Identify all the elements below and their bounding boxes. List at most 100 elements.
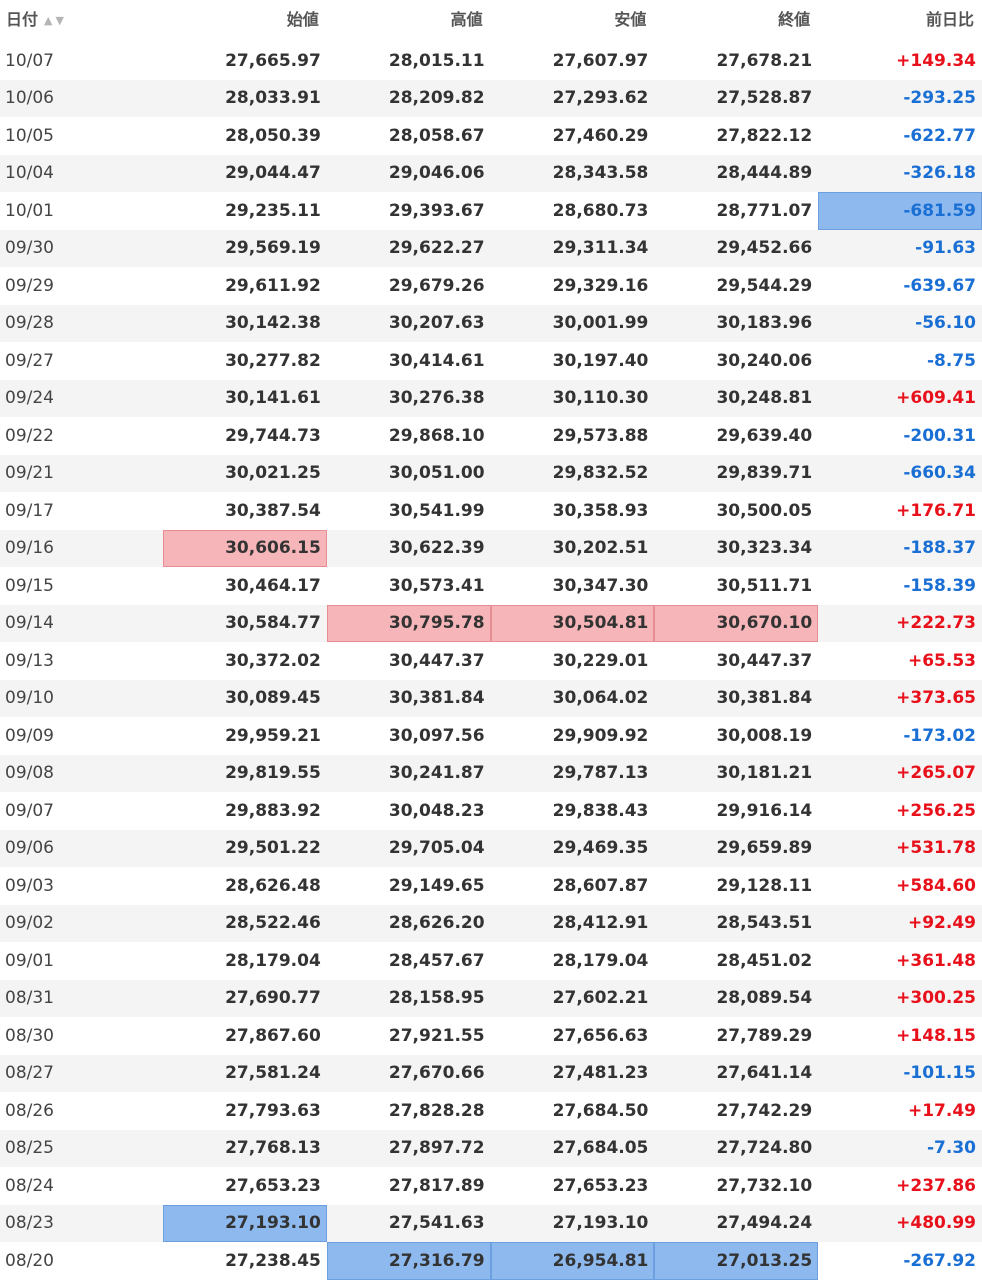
high-cell: 27,828.28 [388,1100,485,1121]
date-cell: 09/21 [5,463,54,484]
table-row: 09/08 29,819.55 30,241.87 29,787.13 30,181.2… [0,754,982,792]
open-cell: 29,959.21 [225,725,321,746]
high-cell: 30,276.38 [388,388,485,409]
change-cell: -293.25 [903,88,976,109]
change-cell: -660.34 [903,463,976,484]
date-cell: 09/15 [5,575,54,596]
low-cell: 30,358.93 [552,500,649,521]
open-column-header[interactable]: 始値 [163,0,327,42]
table-row: 09/02 28,522.46 28,626.20 28,412.91 28,543.5… [0,904,982,942]
change-column-header[interactable]: 前日比 [818,0,982,42]
low-cell: 28,607.87 [552,875,649,896]
date-cell: 08/26 [5,1100,54,1121]
date-column-header[interactable]: 日付 ▲▼ [0,0,163,42]
close-cell: 29,916.14 [716,800,813,821]
high-column-header[interactable]: 高値 [327,0,491,42]
close-cell: 30,381.84 [716,688,813,709]
low-cell: 30,229.01 [552,650,649,671]
change-cell: +480.99 [896,1213,976,1234]
close-cell: 28,451.02 [716,950,813,971]
change-cell: -622.77 [903,125,976,146]
high-cell: 30,048.23 [388,800,485,821]
high-cell: 28,058.67 [388,125,485,146]
close-cell: 28,543.51 [716,913,813,934]
table-row: 08/23 27,193.10 27,541.63 27,193.10 27,494.2… [0,1204,982,1242]
date-cell: 09/10 [5,688,54,709]
date-cell: 09/16 [5,538,54,559]
change-cell: -639.67 [903,275,976,296]
change-cell: +92.49 [907,913,976,934]
open-cell: 27,867.60 [225,1025,321,1046]
table-row: 09/03 28,626.48 29,149.65 28,607.87 29,128.1… [0,867,982,905]
open-cell: 28,179.04 [225,950,321,971]
table-row: 09/17 30,387.54 30,541.99 30,358.93 30,500.0… [0,492,982,530]
date-cell: 08/31 [5,988,54,1009]
high-cell: 28,626.20 [388,913,485,934]
low-cell: 29,838.43 [552,800,649,821]
close-cell: 29,659.89 [716,838,813,859]
change-cell: -326.18 [903,163,976,184]
high-cell: 30,622.39 [388,538,485,559]
open-cell: 27,690.77 [225,988,321,1009]
change-cell: +222.73 [896,613,976,634]
low-cell: 30,197.40 [552,350,649,371]
change-cell: +65.53 [907,650,976,671]
low-column-header[interactable]: 安値 [491,0,655,42]
change-cell: -267.92 [903,1250,976,1271]
date-cell: 10/07 [5,50,54,71]
high-cell: 29,393.67 [388,200,485,221]
low-cell: 29,909.92 [552,725,649,746]
date-cell: 09/17 [5,500,54,521]
low-cell: 27,684.50 [552,1100,649,1121]
open-cell: 29,611.92 [225,275,321,296]
close-cell: 28,771.07 [716,200,813,221]
table-row: 08/31 27,690.77 28,158.95 27,602.21 28,089.5… [0,979,982,1017]
close-cell: 29,839.71 [716,463,813,484]
date-cell: 09/27 [5,350,54,371]
change-cell: +609.41 [896,388,976,409]
high-cell: 27,817.89 [388,1175,485,1196]
table-row: 08/27 27,581.24 27,670.66 27,481.23 27,641.1… [0,1054,982,1092]
open-cell: 29,044.47 [225,163,321,184]
close-cell: 27,678.21 [716,50,813,71]
close-cell: 29,544.29 [716,275,813,296]
date-cell: 09/03 [5,875,54,896]
date-cell: 08/20 [5,1250,54,1271]
date-cell: 09/08 [5,763,54,784]
low-cell: 27,602.21 [552,988,649,1009]
close-cell: 27,742.29 [716,1100,813,1121]
low-cell: 30,347.30 [552,575,649,596]
close-cell: 27,013.25 [654,1242,819,1280]
high-cell: 30,241.87 [388,763,485,784]
low-cell: 29,573.88 [552,425,649,446]
close-cell: 29,639.40 [716,425,813,446]
close-cell: 30,323.34 [716,538,813,559]
high-cell: 29,046.06 [388,163,485,184]
date-cell: 09/02 [5,913,54,934]
date-cell: 09/30 [5,238,54,259]
high-cell: 30,573.41 [388,575,485,596]
date-cell: 08/27 [5,1063,54,1084]
high-cell: 27,316.79 [326,1242,491,1280]
low-cell: 30,202.51 [552,538,649,559]
high-cell: 30,381.84 [388,688,485,709]
date-cell: 09/29 [5,275,54,296]
open-cell: 30,464.17 [225,575,321,596]
close-cell: 29,128.11 [716,875,813,896]
date-cell: 10/06 [5,88,54,109]
sort-arrows-icon[interactable]: ▲▼ [44,14,67,27]
change-cell: -681.59 [818,192,982,230]
low-cell: 29,469.35 [552,838,649,859]
open-cell: 28,522.46 [225,913,321,934]
date-cell: 10/05 [5,125,54,146]
high-cell: 30,795.78 [326,604,491,642]
low-cell: 27,481.23 [552,1063,649,1084]
change-cell: +265.07 [896,763,976,784]
close-column-header[interactable]: 終値 [654,0,818,42]
high-cell: 29,679.26 [388,275,485,296]
close-cell: 27,724.80 [716,1138,813,1159]
open-cell: 29,883.92 [225,800,321,821]
low-cell: 29,787.13 [552,763,649,784]
low-cell: 30,504.81 [490,604,655,642]
high-cell: 30,541.99 [388,500,485,521]
